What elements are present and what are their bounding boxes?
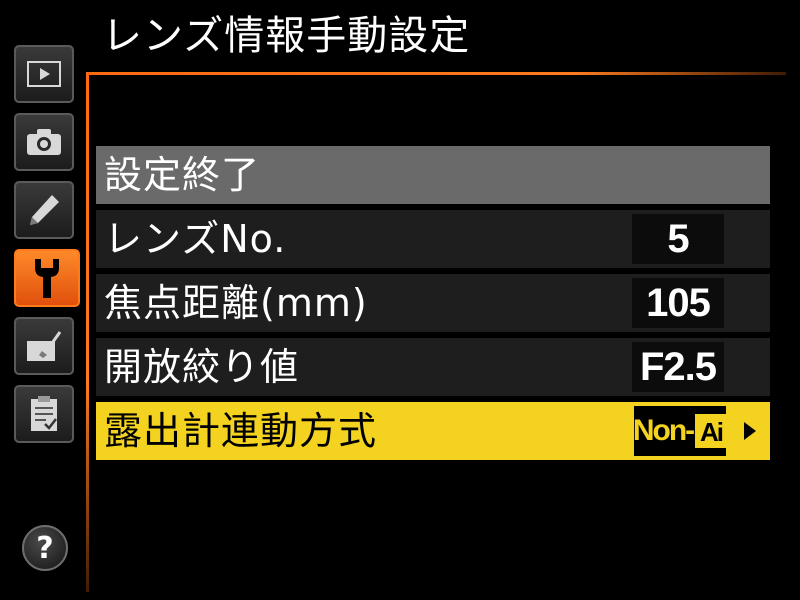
playback-icon	[27, 61, 61, 87]
ai-icon: Ai	[695, 414, 728, 448]
menu-item-label: レンズNo.	[104, 217, 287, 261]
clipboard-icon	[31, 396, 57, 431]
max-aperture-value: F2.5	[632, 342, 724, 392]
chevron-right-icon	[744, 422, 756, 440]
menu-tab-sidebar: ?	[10, 40, 80, 590]
frame-divider-top	[86, 72, 786, 75]
meter-coupling-value: Non- Ai	[632, 406, 728, 456]
tab-setup[interactable]	[14, 249, 80, 307]
tab-shooting[interactable]	[14, 113, 74, 171]
menu-item-label: 開放絞り値	[104, 345, 300, 389]
wrench-icon	[35, 259, 59, 298]
help-icon: ?	[36, 530, 54, 566]
frame-divider-left	[86, 72, 89, 592]
page-title: レンズ情報手動設定	[102, 13, 471, 59]
ai-lens-badge: Ai	[695, 414, 728, 448]
brush-icon	[27, 331, 62, 361]
menu-item-label: 露出計連動方式	[104, 409, 378, 453]
tab-retouch[interactable]	[14, 181, 74, 239]
ai-badge-text: Ai	[700, 417, 723, 447]
tab-playback[interactable]	[14, 45, 74, 103]
focal-length-value: 105	[632, 278, 724, 328]
camera-icon	[27, 129, 61, 155]
menu-item-focal-length[interactable]: 焦点距離(mm) 105	[96, 274, 770, 332]
menu-item-max-aperture[interactable]: 開放絞り値 F2.5	[96, 338, 770, 396]
meter-coupling-value-text: Non-	[632, 414, 695, 447]
pencil-icon	[30, 195, 59, 225]
tab-custom[interactable]	[14, 317, 74, 375]
menu-item-lens-number[interactable]: レンズNo. 5	[96, 210, 770, 268]
menu-item-label: 設定終了	[104, 153, 261, 197]
menu-item-done[interactable]: 設定終了	[96, 146, 770, 204]
settings-menu-list: 設定終了 レンズNo. 5 焦点距離(mm) 105 開放絞り値 F2.5 露出…	[96, 146, 770, 466]
lens-number-value: 5	[632, 214, 724, 264]
menu-item-meter-coupling[interactable]: 露出計連動方式 Non- Ai	[96, 402, 770, 460]
menu-item-label: 焦点距離(mm)	[104, 281, 368, 325]
tab-mymenu[interactable]	[14, 385, 74, 443]
help-button[interactable]: ?	[22, 525, 68, 571]
camera-menu-screen: ? レンズ情報手動設定 設定終了 レンズNo. 5 焦点距離(mm) 105 開…	[0, 0, 800, 600]
